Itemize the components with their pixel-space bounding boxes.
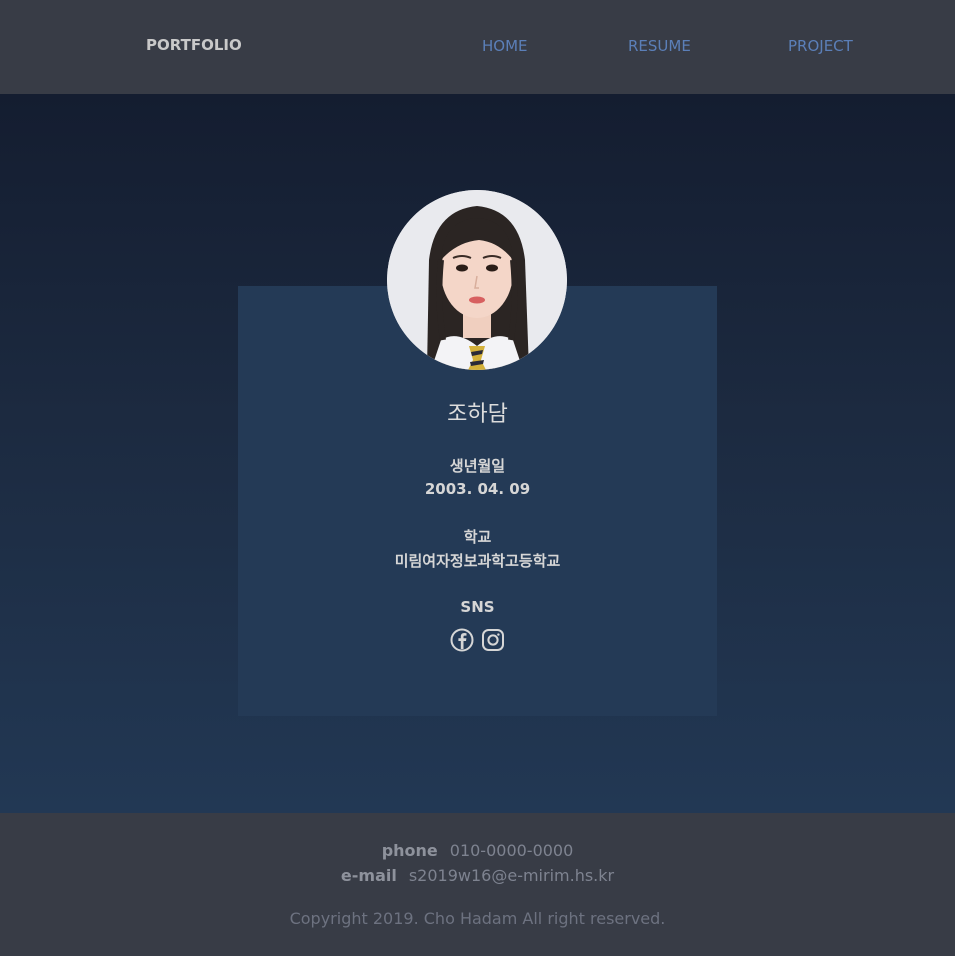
brand-logo[interactable]: PORTFOLIO <box>146 36 242 54</box>
birthdate-value: 2003. 04. 09 <box>424 480 531 498</box>
nav-resume[interactable]: RESUME <box>628 37 691 55</box>
school-value: 미림여자정보과학고등학교 <box>394 552 561 570</box>
phone-value: 010-0000-0000 <box>449 841 574 860</box>
birthdate-label: 생년월일 <box>449 457 506 475</box>
nav-project[interactable]: PROJECT <box>788 37 853 55</box>
copyright-text: Copyright 2019. Cho Hadam All right rese… <box>289 909 666 928</box>
profile-photo <box>387 190 567 370</box>
sns-label: SNS <box>460 598 495 616</box>
email-value[interactable]: s2019w16@e-mirim.hs.kr <box>409 866 614 885</box>
facebook-icon[interactable] <box>450 628 474 652</box>
portrait-illustration <box>387 190 567 370</box>
footer-email: e-mail s2019w16@e-mirim.hs.kr <box>0 866 955 885</box>
profile-name: 조하담 <box>447 402 508 427</box>
footer-phone: phone 010-0000-0000 <box>0 841 955 860</box>
sns-links <box>450 628 506 654</box>
school-label: 학교 <box>463 528 492 546</box>
email-label: e-mail <box>340 866 397 885</box>
phone-label: phone <box>381 841 438 860</box>
instagram-icon[interactable] <box>481 628 505 652</box>
top-navbar: PORTFOLIO HOME RESUME PROJECT <box>0 0 955 94</box>
nav-home[interactable]: HOME <box>482 37 528 55</box>
